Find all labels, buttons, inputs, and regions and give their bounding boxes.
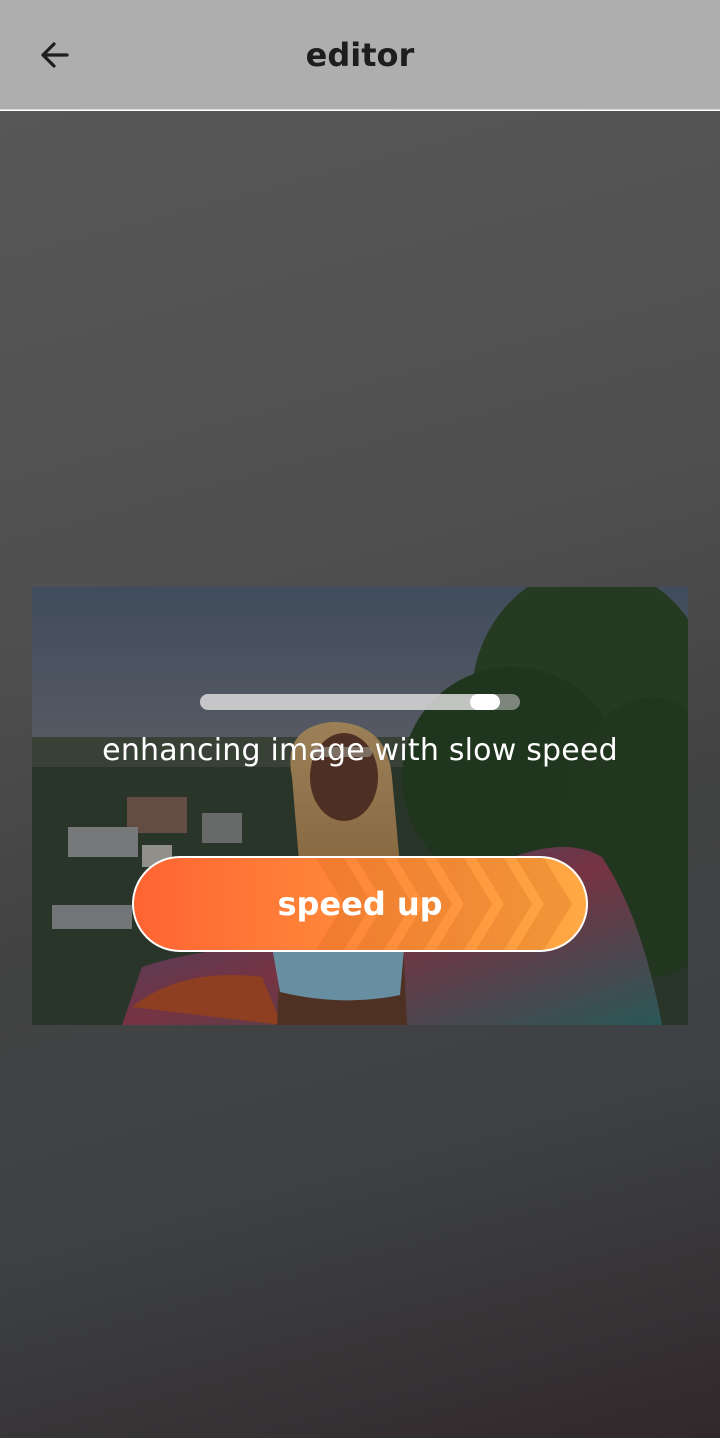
page-title: editor bbox=[305, 36, 415, 74]
image-preview: enhancing image with slow speed speed up bbox=[32, 587, 688, 1025]
progress-bar bbox=[200, 694, 520, 710]
progress-indicator bbox=[469, 694, 500, 710]
chevrons-decoration bbox=[316, 858, 586, 950]
status-text: enhancing image with slow speed bbox=[102, 733, 618, 768]
progress-fill bbox=[200, 694, 485, 710]
photo-dim-overlay bbox=[32, 587, 688, 1025]
app-header: editor bbox=[0, 0, 720, 110]
speed-up-button[interactable]: speed up bbox=[132, 856, 588, 952]
back-button[interactable] bbox=[22, 22, 88, 88]
arrow-left-icon bbox=[41, 42, 69, 68]
